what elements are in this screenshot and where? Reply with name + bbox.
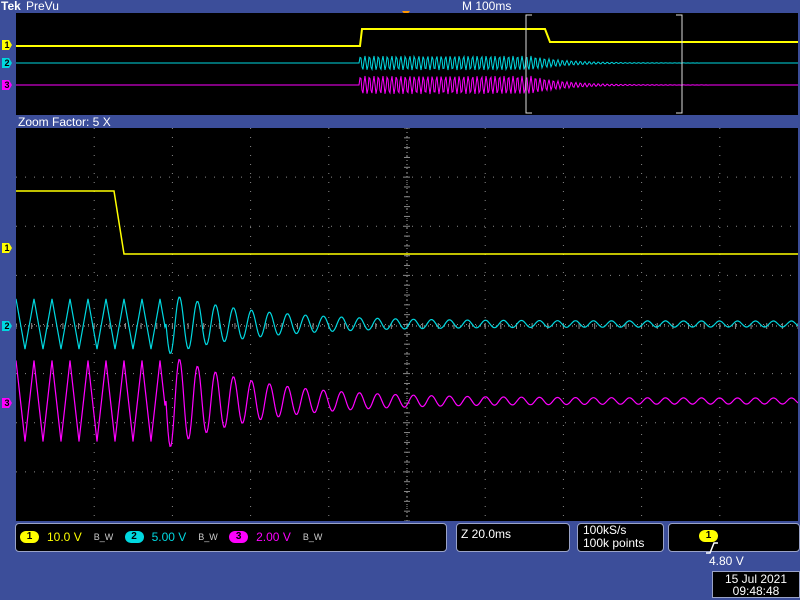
ch1-ground-marker[interactable]: 1 — [2, 243, 12, 253]
trigger-readout[interactable]: 1 4.80 V — [668, 523, 800, 568]
ch2-bandwidth-icon: B_W — [198, 531, 218, 542]
ch1-scale[interactable]: 10.0 V — [47, 530, 82, 544]
zoom-plot — [16, 128, 798, 521]
brand-logo: Tek — [1, 0, 21, 13]
zoom-factor-label: Zoom Factor: 5 X — [18, 115, 111, 129]
overview-plot — [16, 14, 798, 114]
main-timebase[interactable]: M 100ms — [462, 0, 511, 13]
overview-window[interactable] — [16, 13, 798, 115]
ch3-badge[interactable]: 3 — [229, 530, 249, 543]
time: 09:48:48 — [732, 584, 780, 598]
overview-trace-ch1 — [16, 28, 798, 47]
ch2-ground-marker[interactable]: 2 — [2, 321, 12, 331]
overview-trace-ch3 — [16, 75, 798, 95]
acquisition-state: PreVu — [26, 0, 59, 13]
record-length: 100k points — [583, 536, 645, 550]
zoom-waveform-display[interactable] — [16, 128, 798, 521]
zoom-time-value: Z 20.0ms — [461, 527, 512, 541]
zoom-window-bracket — [525, 14, 683, 114]
ch1-badge[interactable]: 1 — [20, 530, 39, 543]
graticule-grid — [16, 128, 798, 521]
ch2-scale[interactable]: 5.00 V — [152, 530, 187, 544]
acquisition-readout[interactable]: 100kS/s 100k points — [577, 523, 664, 552]
ch3-scale[interactable]: 2.00 V — [256, 530, 291, 544]
date-time-readout: 15 Jul 2021 09:48:48 — [712, 571, 800, 598]
channel-readout-bar: 1 10.0 V B_W 2 5.00 V B_W 3 2.00 V B_W — [15, 523, 447, 552]
ch3-bandwidth-icon: B_W — [302, 531, 323, 542]
trigger-source-badge: 1 — [699, 529, 718, 542]
overview-ch3-marker[interactable]: 3 — [2, 80, 12, 90]
overview-trace-ch2 — [16, 54, 798, 72]
ch3-ground-marker[interactable]: 3 — [2, 398, 12, 408]
overview-ch2-marker[interactable]: 2 — [2, 58, 12, 68]
overview-ch1-marker[interactable]: 1 — [2, 40, 12, 50]
ch2-badge[interactable]: 2 — [124, 530, 144, 543]
rising-edge-icon — [706, 542, 718, 554]
zoom-time-readout[interactable]: Z 20.0ms — [456, 523, 570, 552]
ch1-bandwidth-icon: B_W — [93, 531, 114, 542]
trigger-level: 4.80 V — [709, 554, 744, 568]
